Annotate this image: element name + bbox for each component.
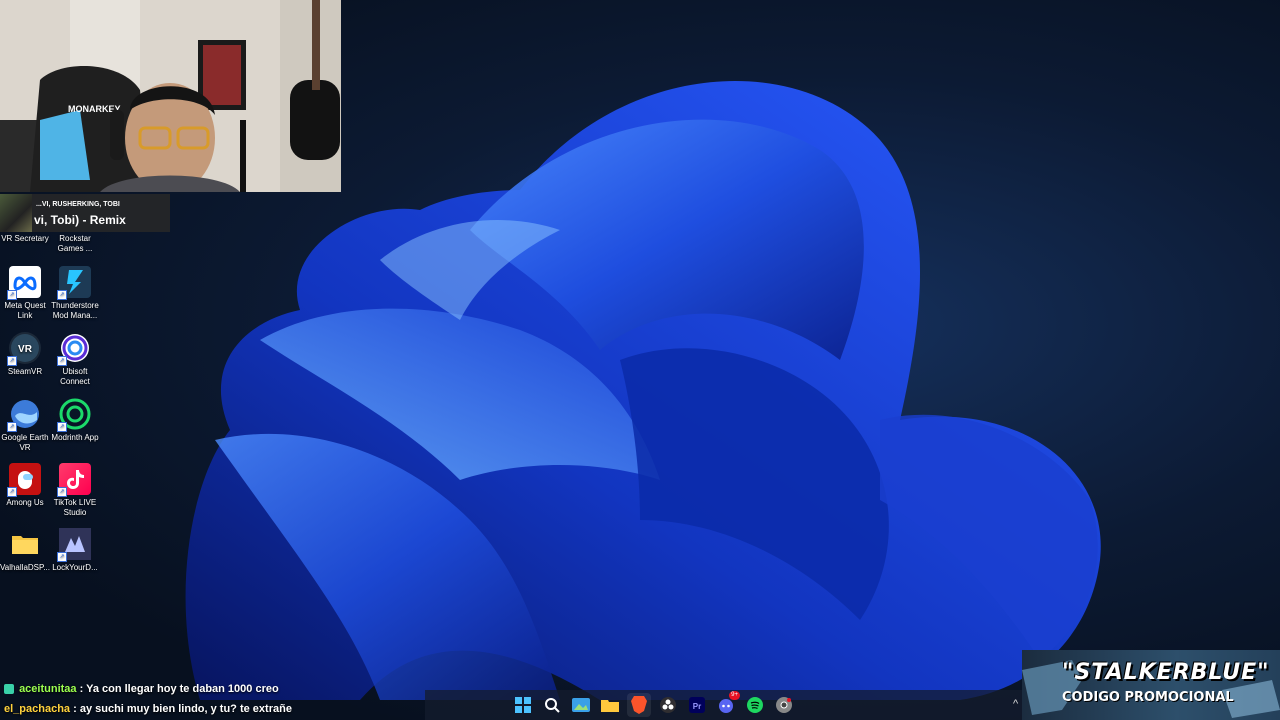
now-playing-widget: ...VI, RUSHERKING, TOBI vi, Tobi) - Remi… — [0, 194, 170, 232]
desktop-icon-valhalla-folder[interactable]: ValhallaDSP... — [0, 528, 50, 573]
search-icon[interactable] — [540, 693, 564, 717]
thunderstore-icon: ↗ — [57, 266, 91, 300]
among-us-icon: ↗ — [7, 463, 41, 497]
desktop-icon-label: Google Earth VR — [1, 433, 49, 452]
chat-message: el_pachacha : ay suchi muy bien lindo, y… — [0, 700, 430, 720]
tray-chevron-up-icon[interactable]: ^ — [1013, 698, 1018, 710]
folder-icon — [9, 528, 41, 560]
discord-icon[interactable]: 9+ — [714, 691, 740, 717]
desktop-icon-among-us[interactable]: ↗ Among Us — [0, 463, 50, 508]
chat-username: el_pachacha — [4, 703, 71, 715]
lockyourd-icon: ↗ — [57, 528, 91, 562]
desktop-icon-label: Thunderstore Mod Mana... — [51, 301, 99, 320]
steamvr-icon: VR ↗ — [7, 332, 41, 366]
desktop-icon-tiktok-live[interactable]: ↗ TikTok LIVE Studio — [50, 463, 100, 518]
brave-browser-icon[interactable] — [627, 693, 651, 717]
desktop-icon-label: TikTok LIVE Studio — [53, 498, 97, 517]
now-playing-artist: ...VI, RUSHERKING, TOBI — [36, 201, 120, 208]
desktop-icon-google-earth-vr[interactable]: ↗ Google Earth VR — [0, 398, 50, 453]
meta-quest-icon: ↗ — [7, 266, 41, 300]
desktop-icon-label: ValhallaDSP... — [0, 563, 50, 572]
desktop-icon-label: Ubisoft Connect — [60, 367, 90, 386]
premiere-icon[interactable]: Pr — [685, 693, 709, 717]
svg-text:VR: VR — [18, 344, 33, 355]
chat-username: aceitunitaa — [19, 683, 77, 695]
spotify-icon[interactable] — [743, 693, 767, 717]
desktop-icon-label: VR Secretary — [1, 234, 49, 243]
chat-badge-icon — [4, 684, 14, 695]
desktop-icon-label: Modrinth App — [51, 433, 99, 442]
chrome-icon[interactable] — [772, 693, 796, 717]
desktop-icon-steamvr[interactable]: VR ↗ SteamVR — [0, 332, 50, 377]
start-icon[interactable] — [511, 693, 535, 717]
webcam-overlay: MONARKEY — [0, 0, 341, 192]
svg-text:Pr: Pr — [693, 702, 701, 711]
desktop-icon-rockstar-games[interactable]: Rockstar Games ... — [50, 234, 100, 254]
modrinth-icon: ↗ — [57, 398, 91, 432]
desktop-icon-label: SteamVR — [7, 367, 43, 376]
promo-banner: "STALKERBLUE" CODIGO PROMOCIONAL — [1022, 650, 1280, 720]
desktop-icon-ubisoft-connect[interactable]: ↗ Ubisoft Connect — [50, 332, 100, 387]
desktop-icon-modrinth[interactable]: ↗ Modrinth App — [50, 398, 100, 443]
tiktok-live-icon: ↗ — [57, 463, 91, 497]
chat-text: : ay suchi muy bien lindo, y tu? te extr… — [73, 703, 292, 715]
chat-message: aceitunitaa : Ya con llegar hoy te daban… — [0, 680, 430, 700]
desktop-icon-label: Rockstar Games ... — [57, 234, 93, 253]
desktop-icon-thunderstore[interactable]: ↗ Thunderstore Mod Mana... — [50, 266, 100, 321]
album-art — [0, 194, 32, 232]
chat-overlay: aceitunitaa : Ya con llegar hoy te daban… — [0, 680, 430, 720]
desktop-icon-lockyourd[interactable]: ↗ LockYourD... — [50, 528, 100, 573]
chat-text: : Ya con llegar hoy te daban 1000 creo — [79, 683, 279, 695]
ubisoft-icon: ↗ — [57, 332, 91, 366]
widgets-icon[interactable] — [569, 693, 593, 717]
desktop-icon-label: LockYourD... — [52, 563, 98, 572]
obs-icon[interactable] — [656, 693, 680, 717]
taskbar: Pr 9+ — [425, 690, 1025, 720]
google-earth-icon: ↗ — [7, 398, 41, 432]
desktop-icon-label: Meta Quest Link — [4, 301, 46, 320]
desktop-icon-meta-quest-link[interactable]: ↗ Meta Quest Link — [0, 266, 50, 321]
now-playing-track: vi, Tobi) - Remix — [34, 213, 126, 227]
promo-code-name: "STALKERBLUE" — [1062, 660, 1270, 685]
desktop-icon-label: Among Us — [6, 498, 44, 507]
discord-notification-badge: 9+ — [729, 691, 740, 700]
file-explorer-icon[interactable] — [598, 693, 622, 717]
desktop-icon-vr-secretary[interactable]: VR Secretary — [0, 234, 50, 244]
promo-code-subtitle: CODIGO PROMOCIONAL — [1062, 690, 1234, 705]
